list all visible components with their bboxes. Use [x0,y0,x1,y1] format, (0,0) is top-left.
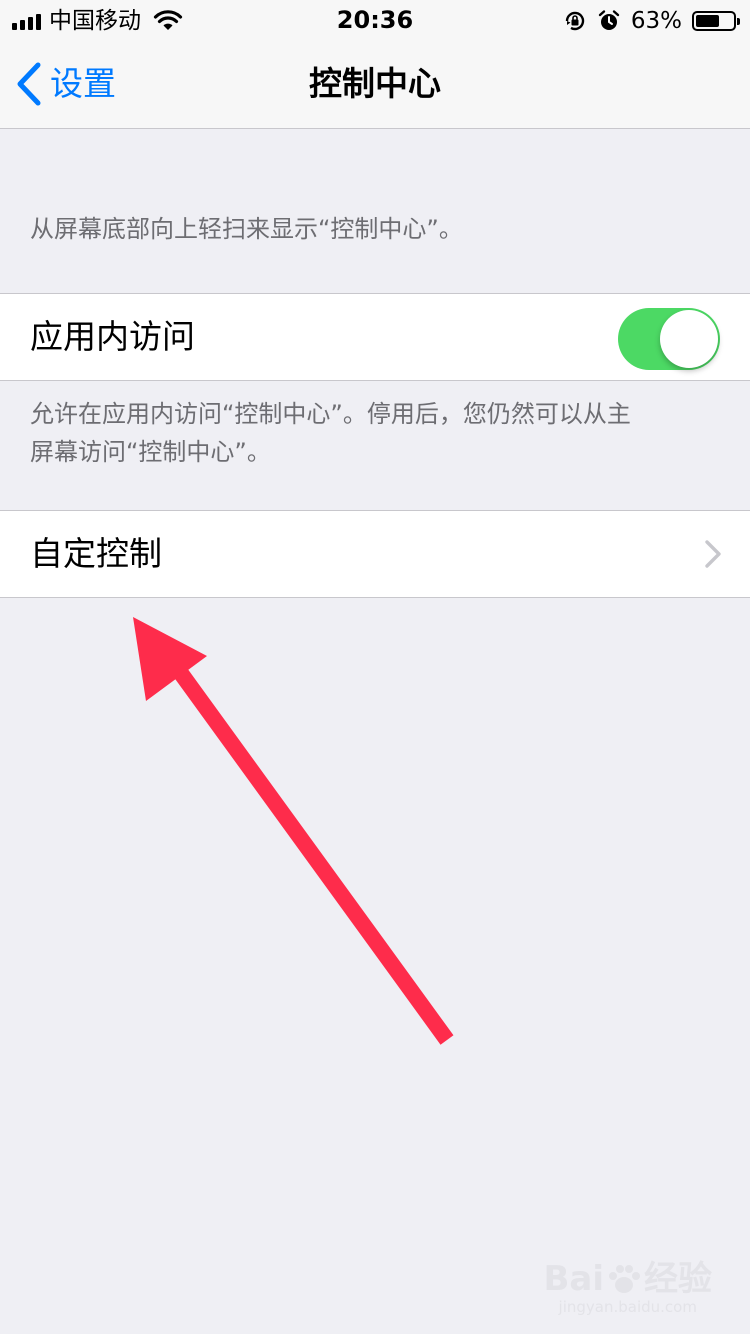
baidu-watermark: Bai 经验 jingyan.baidu.com [543,1260,712,1316]
status-bar-right: 63% [563,7,740,35]
arrow-shaft [173,667,454,1045]
toggle-knob [660,310,718,368]
watermark-brand: Bai [543,1259,604,1299]
in-app-access-label: 应用内访问 [30,317,195,356]
footer-line-2: 屏幕访问“控制中心”。 [30,438,271,466]
in-app-access-footer: 允许在应用内访问“控制中心”。停用后，您仍然可以从主 屏幕访问“控制中心”。 [30,395,631,471]
annotation-arrow [133,617,454,1045]
in-app-access-row: 应用内访问 [0,293,750,381]
battery-percentage: 63% [630,8,682,34]
intro-description: 从屏幕底部向上轻扫来显示“控制中心”。 [30,215,463,243]
customize-controls-label: 自定控制 [30,534,162,573]
watermark-brand-suffix: 经验 [644,1259,712,1299]
watermark-url: jingyan.baidu.com [558,1298,697,1316]
paw-icon [609,1265,640,1293]
footer-line-1: 允许在应用内访问“控制中心”。停用后，您仍然可以从主 [30,400,631,428]
customize-controls-row[interactable]: 自定控制 [0,510,750,598]
navigation-bar: 设置 控制中心 [0,40,750,129]
battery-fill [696,15,719,27]
in-app-access-toggle[interactable] [618,308,720,370]
page-title: 控制中心 [309,64,441,103]
arrow-head [133,617,207,701]
battery-icon [692,11,740,31]
chevron-right-icon [705,540,721,568]
rotation-lock-icon [565,11,585,31]
status-bar: 中国移动 20:36 63% [0,0,750,40]
alarm-icon [598,10,620,30]
